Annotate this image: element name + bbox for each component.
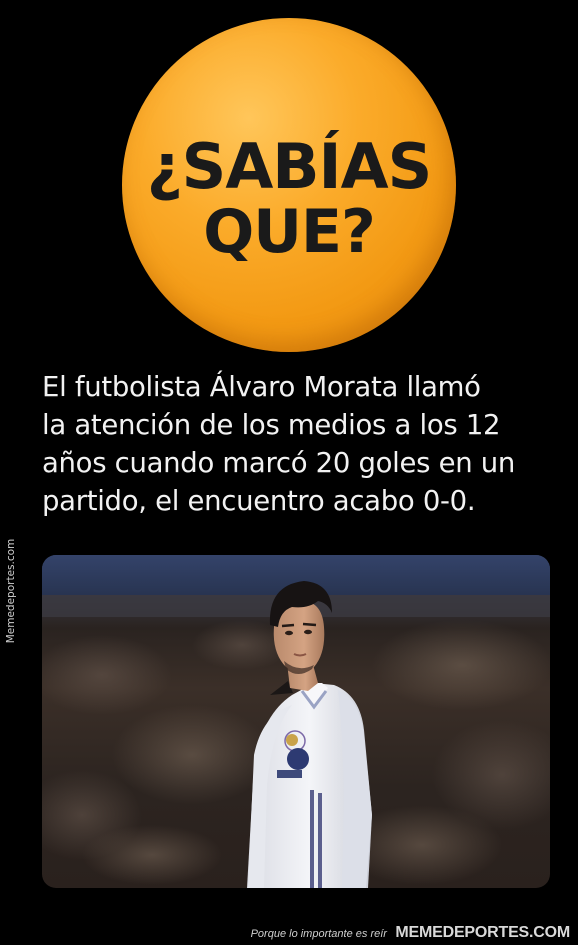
badge-title-line-2: QUE? <box>203 197 376 267</box>
caption-line: la atención de los medios a los 12 <box>42 409 501 441</box>
side-watermark: Memedeportes.com <box>5 538 17 643</box>
footer-watermark: Porque lo importante es reír MEMEDEPORTE… <box>250 924 571 942</box>
player-photo <box>42 555 550 888</box>
sabias-que-badge: ¿SABÍAS QUE? <box>122 18 456 352</box>
footer-brand[interactable]: MEMEDEPORTES.COM <box>395 924 570 941</box>
player-illustration <box>42 555 550 888</box>
footer-bar: Porque lo importante es reír MEMEDEPORTE… <box>0 920 578 945</box>
badge-title-line-1: ¿SABÍAS <box>146 130 433 203</box>
caption-line: partido, el encuentro acabo 0-0. <box>42 485 476 517</box>
footer-slogan: Porque lo importante es reír <box>250 928 387 940</box>
fact-caption: El futbolista Álvaro Morata llamó la ate… <box>42 368 552 520</box>
caption-line: años cuando marcó 20 goles en un <box>42 447 516 479</box>
caption-line: El futbolista Álvaro Morata llamó <box>42 371 481 403</box>
